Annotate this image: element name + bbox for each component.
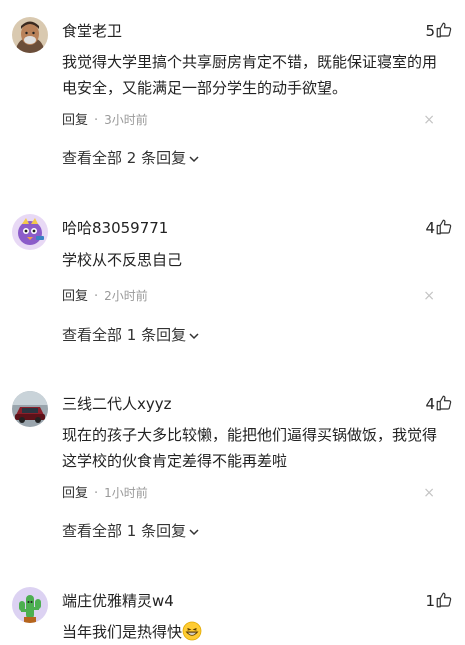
meta-separator: · xyxy=(94,289,99,304)
comment-username[interactable]: 端庄优雅精灵w4 xyxy=(62,591,174,611)
view-replies-label: 查看全部 1 条回复 xyxy=(62,326,187,344)
comment-time: 2小时前 xyxy=(104,289,148,303)
thumbs-up-icon[interactable] xyxy=(435,591,453,609)
purple-bird-avatar[interactable] xyxy=(12,214,48,250)
comment-text: 现在的孩子大多比较懒，能把他们逼得买锅做饭，我觉得这学校的伙食肯定差得不能再差啦 xyxy=(62,426,438,470)
reply-button[interactable]: 回复 xyxy=(62,113,88,128)
view-replies-label: 查看全部 2 条回复 xyxy=(62,149,187,167)
view-replies-label: 查看全部 1 条回复 xyxy=(62,522,187,540)
comment-time: 3小时前 xyxy=(104,113,148,127)
comment-username[interactable]: 哈哈83059771 xyxy=(62,218,168,238)
like-count: 5 xyxy=(425,22,435,40)
reply-button[interactable]: 回复 xyxy=(62,289,88,304)
chevron-down-icon xyxy=(188,526,200,538)
view-replies-button[interactable]: 查看全部 1 条回复 xyxy=(62,521,200,541)
like-count: 4 xyxy=(425,395,435,413)
man-portrait-avatar[interactable] xyxy=(12,17,48,53)
comment-text: 学校从不反思自己 xyxy=(62,251,183,269)
comment-text: 我觉得大学里搞个共享厨房肯定不错，既能保证寝室的用电安全，又能满足一部分学生的动… xyxy=(62,53,438,97)
grinning-emoji-icon xyxy=(182,621,202,641)
chevron-down-icon xyxy=(188,153,200,165)
cactus-avatar[interactable] xyxy=(12,587,48,623)
thumbs-up-icon[interactable] xyxy=(435,394,453,412)
comment-text-row: 当年我们是热得快 xyxy=(62,619,442,645)
meta-separator: · xyxy=(94,486,99,501)
comment-text: 当年我们是热得快 xyxy=(62,623,183,641)
chevron-down-icon xyxy=(188,330,200,342)
close-icon[interactable]: × xyxy=(423,287,435,305)
thumbs-up-icon[interactable] xyxy=(435,218,453,236)
like-count: 1 xyxy=(425,592,435,610)
like-count: 4 xyxy=(425,219,435,237)
view-replies-button[interactable]: 查看全部 2 条回复 xyxy=(62,148,200,168)
comment-time: 1小时前 xyxy=(104,486,148,500)
comment-meta: 回复 · 3小时前 xyxy=(62,111,148,130)
view-replies-button[interactable]: 查看全部 1 条回复 xyxy=(62,325,200,345)
close-icon[interactable]: × xyxy=(423,484,435,502)
comment-username[interactable]: 食堂老卫 xyxy=(62,21,122,41)
thumbs-up-icon[interactable] xyxy=(435,21,453,39)
meta-separator: · xyxy=(94,113,99,128)
comment-meta: 回复 · 1小时前 xyxy=(62,484,148,503)
comment-meta: 回复 · 2小时前 xyxy=(62,287,148,306)
reply-button[interactable]: 回复 xyxy=(62,486,88,501)
comment-username[interactable]: 三线二代人xyyz xyxy=(62,394,172,414)
car-photo-avatar[interactable] xyxy=(12,391,48,427)
close-icon[interactable]: × xyxy=(423,111,435,129)
